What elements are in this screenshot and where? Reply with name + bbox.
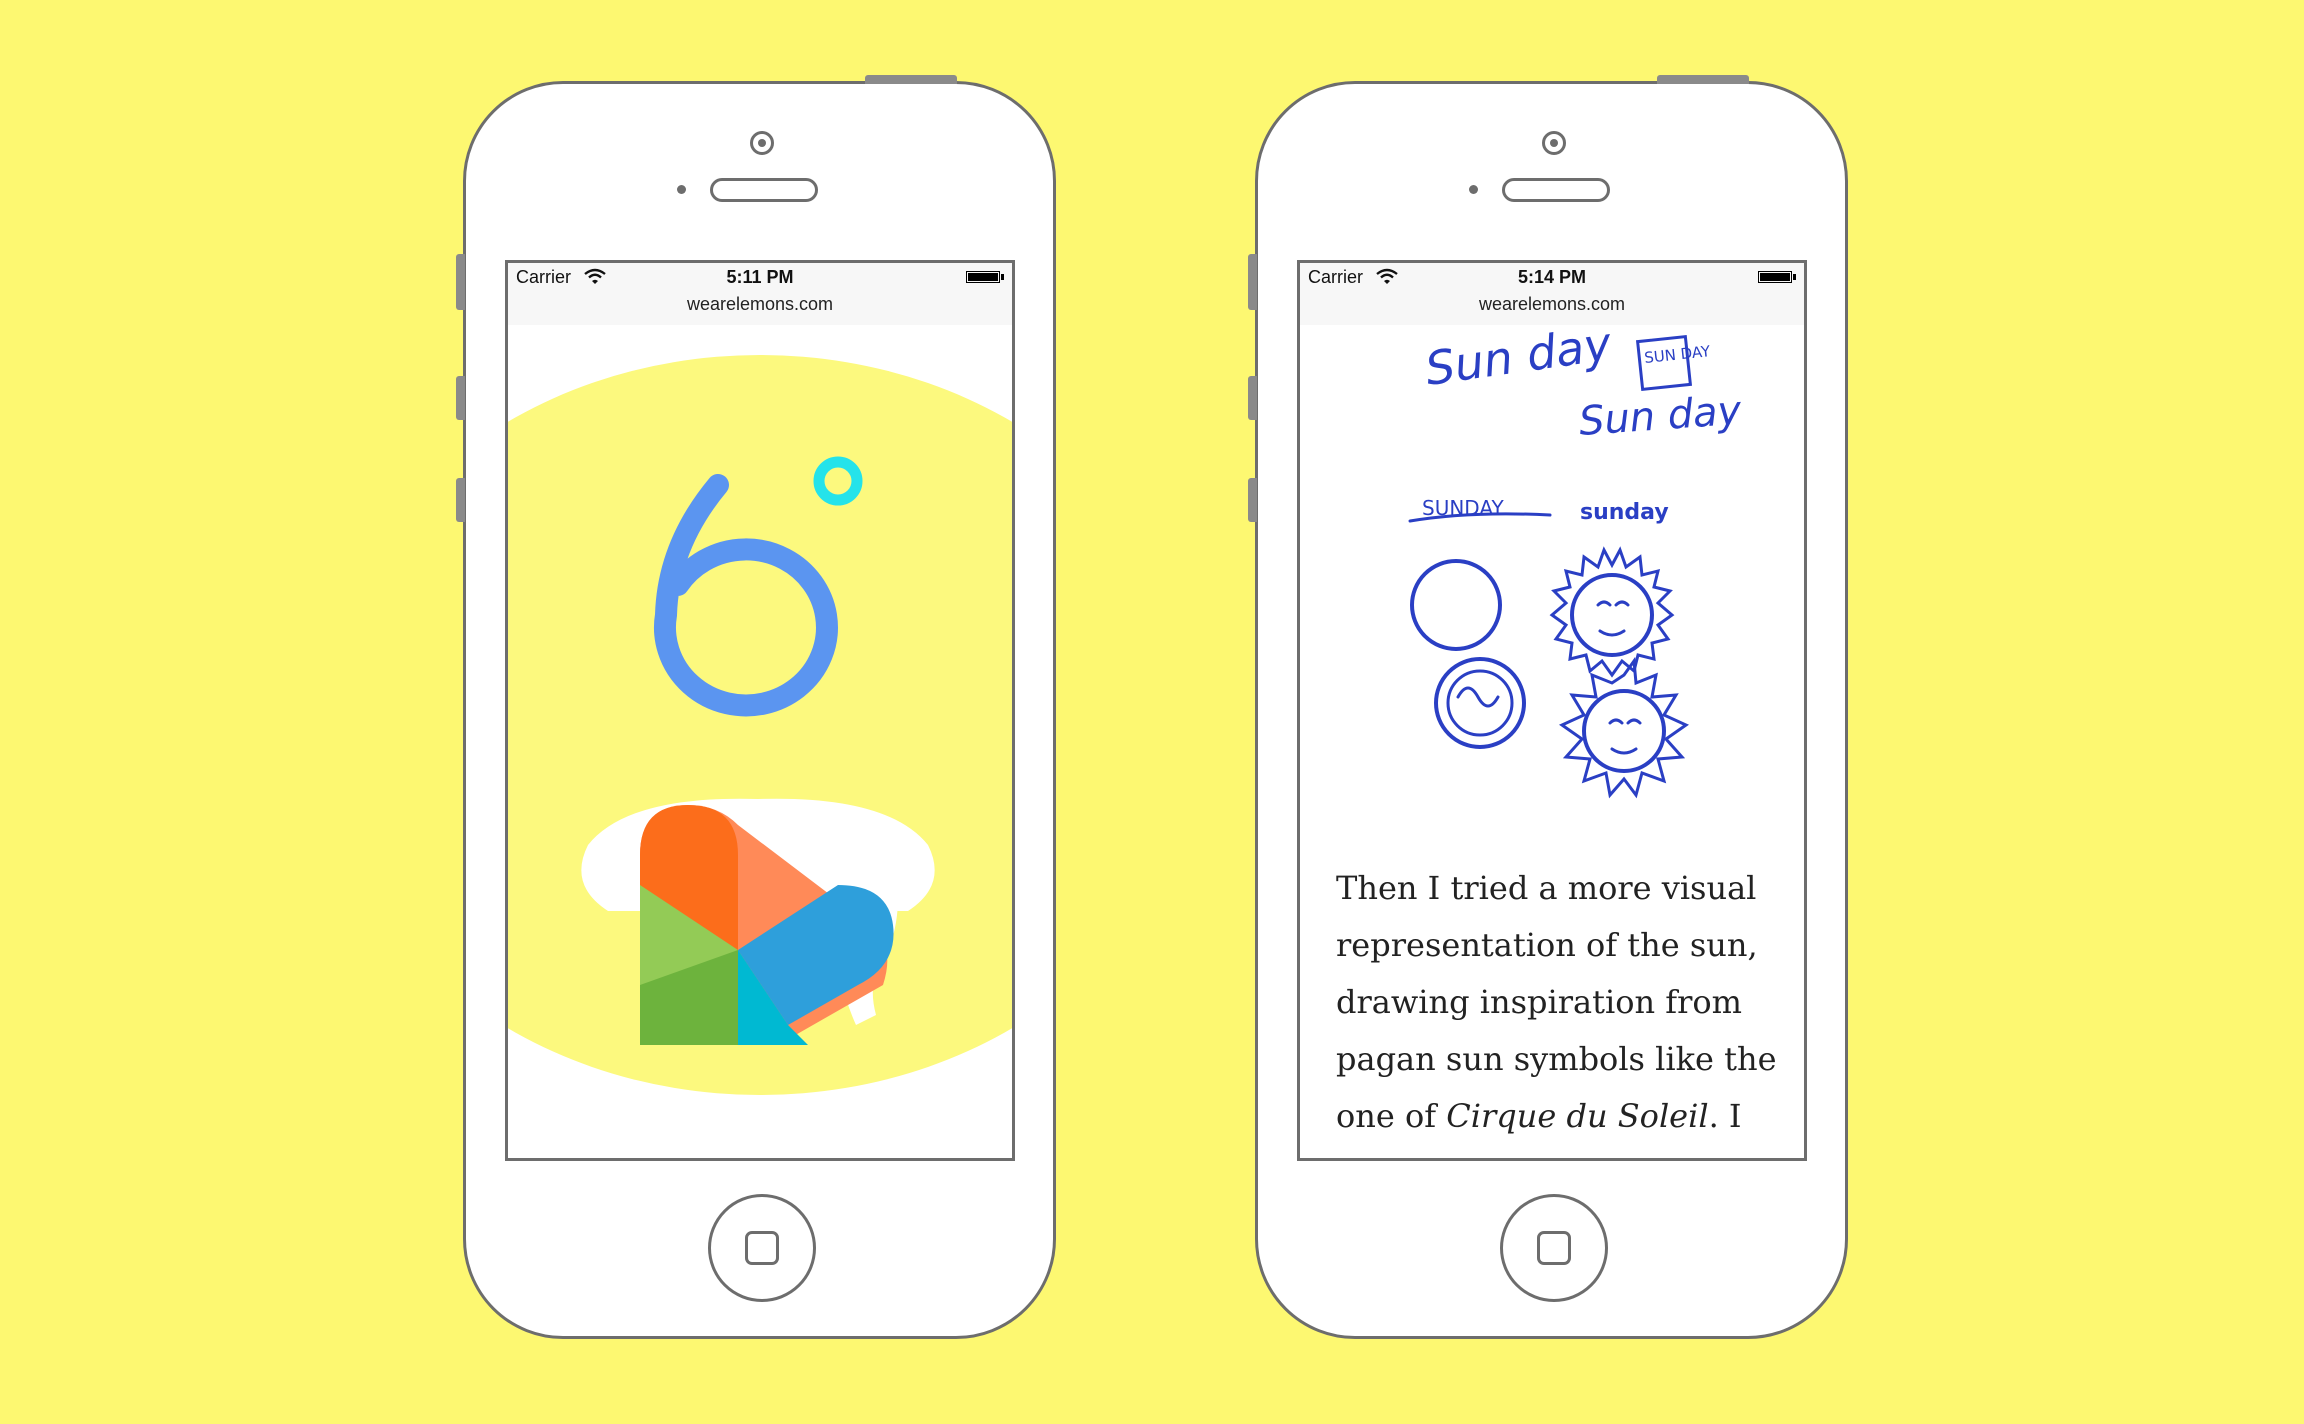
proximity-sensor — [1469, 185, 1478, 194]
volume-up-button — [456, 376, 465, 420]
mute-switch — [456, 254, 465, 310]
sun-sketches: Sun day Sun day SUN DAY SUNDAY sunday — [1408, 325, 1744, 799]
volume-up-button — [1248, 376, 1257, 420]
article-text: Then I tried a more visual representatio… — [1336, 869, 1777, 1135]
phone-screen: Carrier 5:14 PM wearelemons.com Sun day … — [1297, 260, 1807, 1161]
sketch-word: Sun day — [1422, 325, 1615, 396]
sketch-word: Sun day — [1577, 388, 1744, 445]
sketch-word: sunday — [1580, 500, 1669, 525]
phone-mockup-right: Carrier 5:14 PM wearelemons.com Sun day … — [1248, 75, 1848, 1339]
power-button — [865, 75, 957, 84]
address-bar[interactable]: wearelemons.com — [1300, 294, 1804, 315]
phone-screen: Carrier 5:11 PM wearelemons.com — [505, 260, 1015, 1161]
phone-mockup-left: Carrier 5:11 PM wearelemons.com — [456, 75, 1056, 1339]
article-paragraph: Then I tried a more visual representatio… — [1336, 860, 1786, 1145]
home-button-icon[interactable] — [708, 1194, 816, 1302]
address-bar[interactable]: wearelemons.com — [508, 294, 1012, 315]
battery-tip — [1001, 274, 1004, 280]
clock: 5:11 PM — [726, 267, 794, 287]
home-button-icon[interactable] — [1500, 1194, 1608, 1302]
volume-down-button — [456, 478, 465, 522]
mute-switch — [1248, 254, 1257, 310]
article-page: Sun day Sun day SUN DAY SUNDAY sunday Th… — [1300, 325, 1804, 1158]
weather-illustration — [508, 355, 1012, 1095]
battery-tip — [1793, 274, 1796, 280]
earpiece-speaker — [1502, 178, 1610, 202]
status-bar: Carrier 5:11 PM wearelemons.com — [508, 263, 1012, 326]
article-text-tail: . I — [1708, 1097, 1742, 1135]
proximity-sensor — [677, 185, 686, 194]
power-button — [1657, 75, 1749, 84]
clock: 5:14 PM — [1517, 267, 1587, 287]
sketch-word: SUN DAY — [1643, 342, 1711, 367]
article-emphasis: Cirque du Soleil — [1446, 1097, 1709, 1135]
earpiece-speaker — [710, 178, 818, 202]
front-camera-icon — [750, 131, 774, 155]
front-camera-icon — [1542, 131, 1566, 155]
battery-icon — [1758, 271, 1792, 283]
battery-icon — [966, 271, 1000, 283]
weather-page — [508, 325, 1012, 1158]
status-bar: Carrier 5:14 PM wearelemons.com — [1300, 263, 1804, 326]
volume-down-button — [1248, 478, 1257, 522]
